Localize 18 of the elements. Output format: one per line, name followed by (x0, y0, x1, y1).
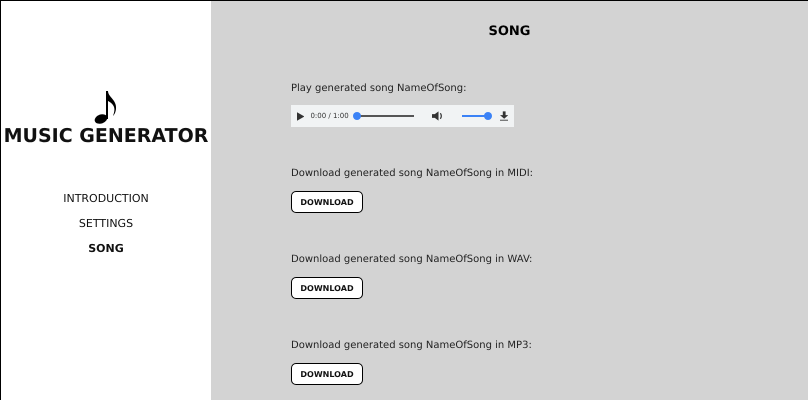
download-button[interactable]: DOWNLOAD (291, 191, 363, 213)
app-title: MUSIC GENERATOR (4, 125, 208, 147)
slider-thumb[interactable] (484, 112, 492, 120)
volume-icon[interactable] (432, 111, 444, 121)
nav-link[interactable]: INTRODUCTION (63, 191, 149, 207)
download-label: Download generated song NameOfSong in MIDI: (291, 167, 534, 181)
page-title: SONG (488, 24, 532, 39)
player-label: Play generated song NameOfSong: (291, 82, 468, 96)
download-button[interactable]: DOWNLOAD (291, 277, 363, 299)
play-icon[interactable] (297, 112, 304, 120)
download-icon[interactable] (500, 111, 508, 121)
download-label: Download generated song NameOfSong in WAV: (291, 253, 534, 267)
download-label: Download generated song NameOfSong in MP3: (291, 339, 533, 353)
nav-link[interactable]: SONG (88, 241, 124, 257)
slider-thumb[interactable] (352, 112, 361, 120)
nav-link[interactable]: SETTINGS (78, 216, 134, 232)
download-button[interactable]: DOWNLOAD (291, 363, 363, 385)
music-note-icon (94, 89, 118, 125)
